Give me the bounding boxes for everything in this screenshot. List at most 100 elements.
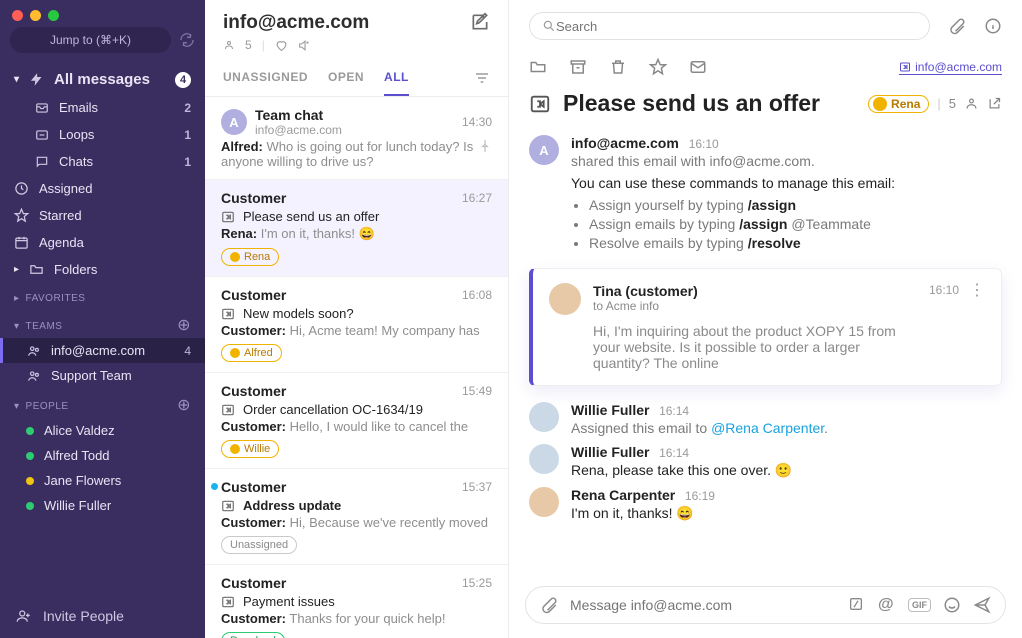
person-name: Willie Fuller — [44, 498, 111, 513]
person-name: Jane Flowers — [44, 473, 121, 488]
sidebar-assigned[interactable]: Assigned — [0, 175, 205, 202]
sidebar-item-label: Assigned — [39, 181, 92, 196]
assignee-pill[interactable]: Rena — [868, 95, 929, 113]
add-team-button[interactable]: ⊕ — [177, 318, 191, 334]
chats-count: 1 — [184, 155, 191, 169]
pin-icon[interactable] — [478, 139, 492, 153]
favorites-label: FAVORITES — [26, 293, 86, 304]
thread-new-models[interactable]: Customer 16:08 New models soon? Customer… — [205, 277, 508, 373]
mention-icon[interactable]: @ — [878, 596, 896, 614]
sidebar-loops[interactable]: Loops 1 — [0, 121, 205, 148]
team-support[interactable]: Support Team — [0, 363, 205, 388]
avatar — [529, 487, 559, 517]
sidebar-agenda[interactable]: Agenda — [0, 229, 205, 256]
tab-unassigned[interactable]: UNASSIGNED — [223, 70, 308, 96]
email-more-button[interactable]: ⋮ — [969, 283, 985, 299]
thread-subject: Please send us an offer — [243, 209, 379, 224]
sidebar-folders[interactable]: ▸ Folders — [0, 256, 205, 283]
chevron-right-icon: ▸ — [14, 293, 20, 304]
thread-address-update[interactable]: Customer 15:37 Address update Customer: … — [205, 469, 508, 565]
sidebar-chats[interactable]: Chats 1 — [0, 148, 205, 175]
gif-icon[interactable]: GIF — [908, 598, 931, 612]
filter-icon[interactable] — [474, 70, 490, 86]
mention[interactable]: @Rena Carpenter — [711, 420, 824, 436]
thread-time: 15:25 — [462, 576, 492, 590]
team-info-acme[interactable]: info@acme.com 4 — [0, 338, 205, 363]
folder-icon[interactable] — [529, 58, 547, 76]
assignee-chip[interactable]: Rena — [221, 248, 279, 266]
slash-command-icon[interactable] — [848, 596, 866, 614]
msg-time: 16:19 — [685, 489, 715, 503]
emails-count: 2 — [184, 101, 191, 115]
archive-icon[interactable] — [569, 58, 587, 76]
assignee-chip[interactable]: Willie — [221, 440, 279, 458]
tab-open[interactable]: OPEN — [328, 70, 364, 96]
jump-to-button[interactable]: Jump to (⌘+K) — [10, 27, 171, 53]
calendar-icon — [14, 235, 29, 250]
all-messages-label: All messages — [54, 71, 150, 88]
email-card[interactable]: Tina (customer) to Acme info Hi, I'm inq… — [529, 268, 1002, 386]
open-external-icon[interactable] — [987, 96, 1002, 111]
thread-team-chat[interactable]: A Team chat info@acme.com 14:30 Alfred: … — [205, 97, 508, 180]
sidebar-item-label: Emails — [59, 100, 98, 115]
mark-unread-icon[interactable] — [689, 58, 707, 76]
sidebar-starred[interactable]: Starred — [0, 202, 205, 229]
chat-message: Willie Fuller 16:14 Assigned this email … — [529, 402, 1002, 436]
search-icon — [542, 19, 556, 33]
action-toolbar: info@acme.com — [509, 52, 1022, 86]
emoji-icon[interactable] — [943, 596, 961, 614]
preview-sender: Alfred: — [221, 139, 263, 154]
maximize-window-button[interactable] — [48, 10, 59, 21]
trash-icon[interactable] — [609, 58, 627, 76]
jump-to-label: Jump to (⌘+K) — [50, 33, 131, 47]
thread-time: 16:27 — [462, 191, 492, 205]
status-chip[interactable]: Resolved — [221, 632, 285, 638]
assignee-name: Rena — [891, 97, 920, 111]
thread-order-cancel[interactable]: Customer 15:49 Order cancellation OC-163… — [205, 373, 508, 469]
system-time: 16:10 — [689, 137, 719, 151]
commands-intro: You can use these commands to manage thi… — [571, 175, 1002, 191]
person-willie[interactable]: Willie Fuller — [0, 493, 205, 518]
minimize-window-button[interactable] — [30, 10, 41, 21]
compose-button[interactable] — [470, 12, 490, 32]
all-messages-row[interactable]: ▾ All messages 4 — [0, 61, 205, 94]
inbox-icon — [34, 100, 49, 115]
tab-all[interactable]: ALL — [384, 70, 409, 96]
sync-icon[interactable] — [179, 32, 195, 48]
person-alfred[interactable]: Alfred Todd — [0, 443, 205, 468]
conversation-subject: Please send us an offer — [563, 90, 820, 117]
thread-payment-issues[interactable]: Customer 15:25 Payment issues Customer: … — [205, 565, 508, 638]
search-field[interactable] — [529, 12, 930, 40]
assignee-chip[interactable]: Alfred — [221, 344, 282, 362]
origin-mailbox-link[interactable]: info@acme.com — [899, 60, 1002, 75]
people-header[interactable]: ▾ PEOPLE ⊕ — [0, 388, 205, 418]
thread-title: Team chat — [255, 107, 342, 123]
thread-sender: Customer — [221, 479, 286, 495]
sidebar-emails[interactable]: Emails 2 — [0, 94, 205, 121]
folder-icon — [29, 262, 44, 277]
thread-offer[interactable]: Customer 16:27 Please send us an offer R… — [205, 180, 508, 277]
participants-icon[interactable] — [964, 96, 979, 111]
attachment-icon[interactable] — [948, 17, 966, 35]
search-input[interactable] — [556, 19, 917, 34]
assignee-chip[interactable]: Unassigned — [221, 536, 297, 554]
attach-icon[interactable] — [540, 596, 558, 614]
chat-message: Willie Fuller 16:14 Rena, please take th… — [529, 444, 1002, 479]
chevron-down-icon: ▾ — [14, 321, 20, 332]
star-icon[interactable] — [649, 58, 667, 76]
teams-header[interactable]: ▾ TEAMS ⊕ — [0, 308, 205, 338]
message-composer[interactable]: @ GIF — [525, 586, 1006, 624]
invite-people-button[interactable]: Invite People — [0, 594, 205, 638]
composer-input[interactable] — [570, 597, 836, 613]
favorites-header[interactable]: ▸ FAVORITES — [0, 283, 205, 308]
info-icon[interactable] — [984, 17, 1002, 35]
mute-icon[interactable] — [298, 39, 311, 52]
add-person-button[interactable]: ⊕ — [177, 398, 191, 414]
send-button[interactable] — [973, 596, 991, 614]
close-window-button[interactable] — [12, 10, 23, 21]
avatar-dot — [873, 97, 887, 111]
person-jane[interactable]: Jane Flowers — [0, 468, 205, 493]
person-alice[interactable]: Alice Valdez — [0, 418, 205, 443]
sidebar-item-label: Chats — [59, 154, 93, 169]
heart-icon[interactable] — [275, 39, 288, 52]
